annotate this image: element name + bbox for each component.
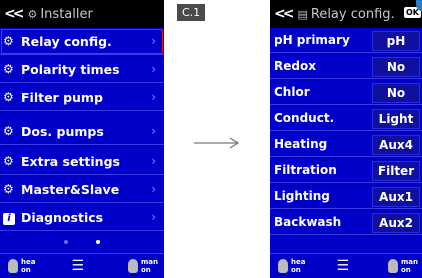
relay-row-ph-primary: pH primary pH bbox=[270, 28, 422, 53]
relay-value-select[interactable]: pH bbox=[372, 31, 420, 51]
heating-status: hea on bbox=[21, 258, 36, 274]
page-indicator bbox=[0, 232, 164, 252]
relay-config-header: << ▤ Relay config. OK bbox=[270, 0, 422, 28]
installer-header: << ⚙ Installer bbox=[0, 0, 164, 28]
menu-item-label: Relay config. bbox=[21, 33, 112, 49]
menu-item-label: Extra settings bbox=[21, 153, 120, 169]
heating-button[interactable]: hea on bbox=[0, 258, 35, 274]
relay-row-backwash: Backwash Aux2 bbox=[270, 210, 422, 235]
menu-item-label: Filter pump bbox=[21, 89, 103, 105]
relay-row-chlor: Chlor No bbox=[270, 80, 422, 105]
menu-item-dos-pumps[interactable]: ⚙ Dos. pumps › bbox=[0, 118, 164, 145]
relay-value-select[interactable]: No bbox=[372, 83, 420, 103]
menu-item-extra-settings[interactable]: ⚙ Extra settings › bbox=[0, 148, 164, 175]
relay-label: pH primary bbox=[274, 33, 350, 47]
gears-icon: ⚙ bbox=[3, 154, 14, 168]
manual-status: man on bbox=[400, 258, 418, 274]
relay-row-heating: Heating Aux4 bbox=[270, 132, 422, 157]
info-icon: i bbox=[3, 212, 15, 225]
back-icon[interactable]: << bbox=[4, 6, 25, 22]
footer-bar: hea on ☰ man on bbox=[0, 253, 164, 278]
relay-value-select[interactable]: No bbox=[372, 57, 420, 77]
relay-label: Conduct. bbox=[274, 111, 335, 125]
bulb-icon bbox=[127, 259, 138, 273]
heating-button[interactable]: hea on bbox=[270, 258, 305, 274]
relay-label: Redox bbox=[274, 59, 316, 73]
step-tag: C.1 bbox=[177, 4, 206, 21]
bulb-icon bbox=[387, 259, 398, 273]
relay-label: Heating bbox=[274, 137, 328, 151]
relay-label: Filtration bbox=[274, 163, 337, 177]
footer-bar: hea on ☰ man on bbox=[270, 253, 422, 278]
relay-value-select[interactable]: Aux2 bbox=[372, 213, 420, 233]
chevron-right-icon: › bbox=[151, 124, 156, 138]
menu-item-filter-pump[interactable]: ⚙ Filter pump › bbox=[0, 84, 164, 111]
gears-icon: ⚙ bbox=[3, 124, 14, 138]
heating-status: hea on bbox=[291, 258, 306, 274]
gears-icon: ⚙ bbox=[3, 90, 14, 104]
relay-value-select[interactable]: Aux4 bbox=[372, 135, 420, 155]
manual-button[interactable]: man on bbox=[120, 258, 158, 274]
page-title: Relay config. bbox=[310, 6, 395, 22]
list-icon[interactable]: ☰ bbox=[71, 258, 84, 274]
relay-value-select[interactable]: Aux1 bbox=[372, 187, 420, 207]
menu-item-master-slave[interactable]: ⚙ Master&Slave › bbox=[0, 176, 164, 203]
relay-label: Lighting bbox=[274, 189, 330, 203]
menu-item-relay-config[interactable]: ⚙ Relay config. › bbox=[0, 28, 164, 55]
chevron-right-icon: › bbox=[151, 34, 156, 48]
installer-screen: << ⚙ Installer ⚙ Relay config. › ⚙ Polar… bbox=[0, 0, 164, 278]
chevron-right-icon: › bbox=[151, 210, 156, 224]
chevron-right-icon: › bbox=[151, 154, 156, 168]
back-icon[interactable]: << bbox=[274, 6, 295, 22]
arrow-right-icon bbox=[194, 137, 240, 149]
gears-icon: ⚙ bbox=[27, 7, 38, 21]
page-dot[interactable] bbox=[64, 240, 68, 244]
gears-icon: ⚙ bbox=[3, 34, 14, 48]
relay-label: Backwash bbox=[274, 215, 342, 229]
menu-item-diagnostics[interactable]: i Diagnostics › bbox=[0, 204, 164, 231]
relay-label: Chlor bbox=[274, 85, 310, 99]
manual-status: man on bbox=[140, 258, 158, 274]
page-title: Installer bbox=[40, 6, 93, 22]
bulb-icon bbox=[278, 259, 288, 273]
menu-item-label: Master&Slave bbox=[21, 181, 120, 197]
relay-config-screen: << ▤ Relay config. OK pH primary pH Redo… bbox=[270, 0, 422, 278]
manual-button[interactable]: man on bbox=[380, 258, 418, 274]
chevron-right-icon: › bbox=[151, 62, 156, 76]
menu-item-label: Dos. pumps bbox=[21, 123, 104, 139]
relay-value-select[interactable]: Filter bbox=[372, 161, 420, 181]
menu-item-label: Polarity times bbox=[21, 61, 120, 77]
menu-item-label: Diagnostics bbox=[21, 209, 104, 225]
page-dot-active[interactable] bbox=[96, 240, 100, 244]
relay-value-select[interactable]: Light bbox=[372, 109, 420, 129]
bulb-icon bbox=[8, 259, 18, 273]
relay-row-conduct: Conduct. Light bbox=[270, 106, 422, 131]
menu-item-polarity-times[interactable]: ⚙ Polarity times › bbox=[0, 56, 164, 83]
relay-icon: ▤ bbox=[297, 7, 308, 21]
relay-row-filtration: Filtration Filter bbox=[270, 158, 422, 183]
gears-icon: ⚙ bbox=[3, 62, 14, 76]
list-icon[interactable]: ☰ bbox=[336, 258, 349, 274]
chevron-right-icon: › bbox=[151, 182, 156, 196]
gears-icon: ⚙ bbox=[3, 182, 14, 196]
relay-row-redox: Redox No bbox=[270, 54, 422, 79]
chevron-right-icon: › bbox=[151, 90, 156, 104]
relay-row-lighting: Lighting Aux1 bbox=[270, 184, 422, 209]
